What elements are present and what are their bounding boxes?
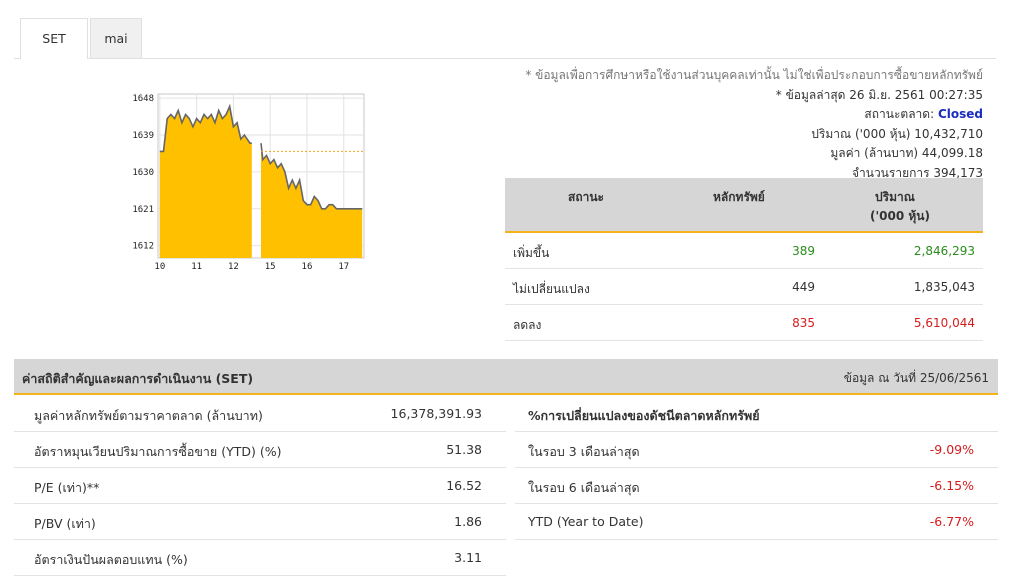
row-count: 449 xyxy=(792,280,815,294)
chart-ytick-label: 1648 xyxy=(132,94,154,104)
row-volume: 2,846,293 xyxy=(913,244,975,258)
market-info: * ข้อมูลเพื่อการศึกษาหรือใช้งานส่วนบุคคล… xyxy=(525,66,983,183)
index-change-title-row: %การเปลี่ยนแปลงของดัชนีตลาดหลักทรัพย์ xyxy=(515,396,998,432)
change-value: -6.77% xyxy=(929,514,974,529)
header-securities: หลักทรัพย์ xyxy=(713,190,765,204)
table-row: ลดลง 835 5,610,044 xyxy=(505,305,983,341)
chart-ytick-label: 1639 xyxy=(132,131,154,141)
row-label: ลดลง xyxy=(513,318,542,332)
row-count: 835 xyxy=(792,316,815,330)
market-status-value: Closed xyxy=(937,107,983,121)
tab-mai[interactable]: mai xyxy=(90,18,142,58)
chart-xtick-label: 11 xyxy=(191,262,202,272)
header-status: สถานะ xyxy=(568,190,604,204)
stat-label: อัตราหมุนเวียนปริมาณการซื้อขาย (YTD) (%) xyxy=(34,444,282,459)
chart-xtick-label: 17 xyxy=(338,262,349,272)
change-label: YTD (Year to Date) xyxy=(528,514,644,529)
list-item: P/BV (เท่า) 1.86 xyxy=(14,504,506,540)
table-header: สถานะ หลักทรัพย์ ปริมาณ ('000 หุ้น) xyxy=(505,178,983,233)
tab-set[interactable]: SET xyxy=(20,18,88,59)
index-chart: 1648 1639 1630 1621 1612 10 11 12 15 16 17 xyxy=(128,92,373,272)
stat-label: P/E (เท่า)** xyxy=(34,480,100,495)
stats-date: ข้อมูล ณ วันที่ 25/06/2561 xyxy=(843,371,989,385)
chart-xtick-label: 15 xyxy=(265,262,276,272)
stats-header: ค่าสถิติสำคัญและผลการดำเนินงาน (SET) ข้อ… xyxy=(14,359,998,395)
list-item: ในรอบ 3 เดือนล่าสุด -9.09% xyxy=(515,432,998,468)
value-line: มูลค่า (ล้านบาท) 44,099.18 xyxy=(525,144,983,164)
chart-xtick-label: 12 xyxy=(228,262,239,272)
list-item: ในรอบ 6 เดือนล่าสุด -6.15% xyxy=(515,468,998,504)
market-tabs: SET mai xyxy=(20,18,142,59)
chart-ytick-label: 1630 xyxy=(132,168,154,178)
stat-label: P/BV (เท่า) xyxy=(34,516,96,531)
tab-divider xyxy=(14,58,996,59)
stats-right-list: %การเปลี่ยนแปลงของดัชนีตลาดหลักทรัพย์ ใน… xyxy=(515,396,998,540)
table-row: ไม่เปลี่ยนแปลง 449 1,835,043 xyxy=(505,269,983,305)
list-item: มูลค่าหลักทรัพย์ตามราคาตลาด (ล้านบาท) 16… xyxy=(14,396,506,432)
chart-ytick-label: 1621 xyxy=(132,205,154,215)
stat-value: 16.52 xyxy=(446,478,482,493)
index-change-title: %การเปลี่ยนแปลงของดัชนีตลาดหลักทรัพย์ xyxy=(528,408,760,423)
list-item: อัตราเงินปันผลตอบแทน (%) 3.11 xyxy=(14,540,506,576)
change-value: -6.15% xyxy=(929,478,974,493)
header-volume-unit: ('000 หุ้น) xyxy=(870,209,930,223)
value-value: 44,099.18 xyxy=(921,146,983,160)
stat-value: 16,378,391.93 xyxy=(390,406,482,421)
row-label: ไม่เปลี่ยนแปลง xyxy=(513,282,590,296)
list-item: อัตราหมุนเวียนปริมาณการซื้อขาย (YTD) (%)… xyxy=(14,432,506,468)
chart-ytick-label: 1612 xyxy=(132,242,154,252)
change-value: -9.09% xyxy=(929,442,974,457)
row-volume: 1,835,043 xyxy=(913,280,975,294)
list-item: P/E (เท่า)** 16.52 xyxy=(14,468,506,504)
row-label: เพิ่มขึ้น xyxy=(513,246,550,260)
change-label: ในรอบ 6 เดือนล่าสุด xyxy=(528,480,640,495)
chart-xtick-label: 10 xyxy=(154,262,165,272)
last-updated: * ข้อมูลล่าสุด 26 มิ.ย. 2561 00:27:35 xyxy=(775,87,983,102)
stat-value: 3.11 xyxy=(454,550,482,565)
index-chart-svg: 1648 1639 1630 1621 161210 11 12 15 16 17 xyxy=(132,93,365,272)
list-item: YTD (Year to Date) -6.77% xyxy=(515,504,998,540)
stat-label: อัตราเงินปันผลตอบแทน (%) xyxy=(34,552,188,567)
header-volume: ปริมาณ xyxy=(875,190,915,204)
disclaimer-note: * ข้อมูลเพื่อการศึกษาหรือใช้งานส่วนบุคคล… xyxy=(525,68,983,82)
stats-title: ค่าสถิติสำคัญและผลการดำเนินงาน (SET) xyxy=(22,371,254,386)
market-status-label: สถานะตลาด: xyxy=(864,107,935,121)
row-volume: 5,610,044 xyxy=(913,316,975,330)
chart-xtick-label: 16 xyxy=(302,262,313,272)
advance-decline-table: สถานะ หลักทรัพย์ ปริมาณ ('000 หุ้น) เพิ่… xyxy=(505,178,983,341)
volume-line: ปริมาณ ('000 หุ้น) 10,432,710 xyxy=(525,125,983,145)
stats-left-list: มูลค่าหลักทรัพย์ตามราคาตลาด (ล้านบาท) 16… xyxy=(14,396,506,576)
change-label: ในรอบ 3 เดือนล่าสุด xyxy=(528,444,640,459)
volume-value: 10,432,710 xyxy=(914,126,983,141)
table-row: เพิ่มขึ้น 389 2,846,293 xyxy=(505,233,983,269)
row-count: 389 xyxy=(792,244,815,258)
market-status: สถานะตลาด: Closed xyxy=(525,105,983,125)
value-label: มูลค่า (ล้านบาท) xyxy=(830,146,919,160)
stat-label: มูลค่าหลักทรัพย์ตามราคาตลาด (ล้านบาท) xyxy=(34,408,263,423)
volume-label: ปริมาณ ('000 หุ้น) xyxy=(811,126,911,141)
stat-value: 1.86 xyxy=(454,514,482,529)
stat-value: 51.38 xyxy=(446,442,482,457)
